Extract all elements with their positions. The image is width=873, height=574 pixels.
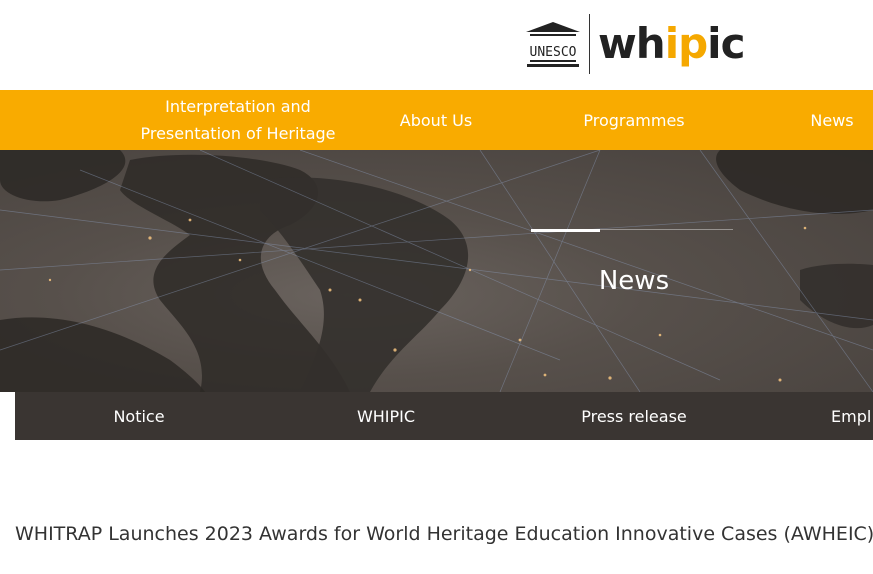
nav-interp-line2: Presentation of Heritage <box>140 124 336 143</box>
logo-part-wh: wh <box>598 19 666 68</box>
nav-item-interpretation[interactable]: Interpretation and Presentation of Herit… <box>130 90 346 150</box>
logo-part-ip: ip <box>664 19 708 68</box>
subnav-item-press-release[interactable]: Press release <box>581 392 687 440</box>
hero-divider-highlight <box>531 229 600 232</box>
whipic-logo[interactable]: whipic <box>598 19 745 72</box>
logo-divider <box>589 14 590 74</box>
nav-item-news[interactable]: News <box>800 90 864 150</box>
subnav-item-employment[interactable]: Empl <box>831 392 873 440</box>
hero-banner <box>0 150 873 392</box>
subnav-item-notice[interactable]: Notice <box>95 392 183 440</box>
main-nav: Interpretation and Presentation of Herit… <box>0 90 873 150</box>
unesco-logo-icon[interactable]: UNESCO <box>524 20 582 70</box>
subnav-item-whipic[interactable]: WHIPIC <box>345 392 427 440</box>
hero-title: News <box>598 266 670 296</box>
nav-interp-line1: Interpretation and <box>165 97 311 116</box>
logo-part-ic: ic <box>707 19 745 68</box>
unesco-text: UNESCO <box>530 45 577 60</box>
nav-item-about[interactable]: About Us <box>380 90 492 150</box>
world-map-background <box>0 150 873 392</box>
sub-nav: Notice WHIPIC Press release Empl <box>15 392 873 440</box>
article-title-link[interactable]: WHITRAP Launches 2023 Awards for World H… <box>15 523 873 545</box>
site-header: UNESCO whipic <box>0 0 873 90</box>
nav-item-programmes[interactable]: Programmes <box>570 90 698 150</box>
